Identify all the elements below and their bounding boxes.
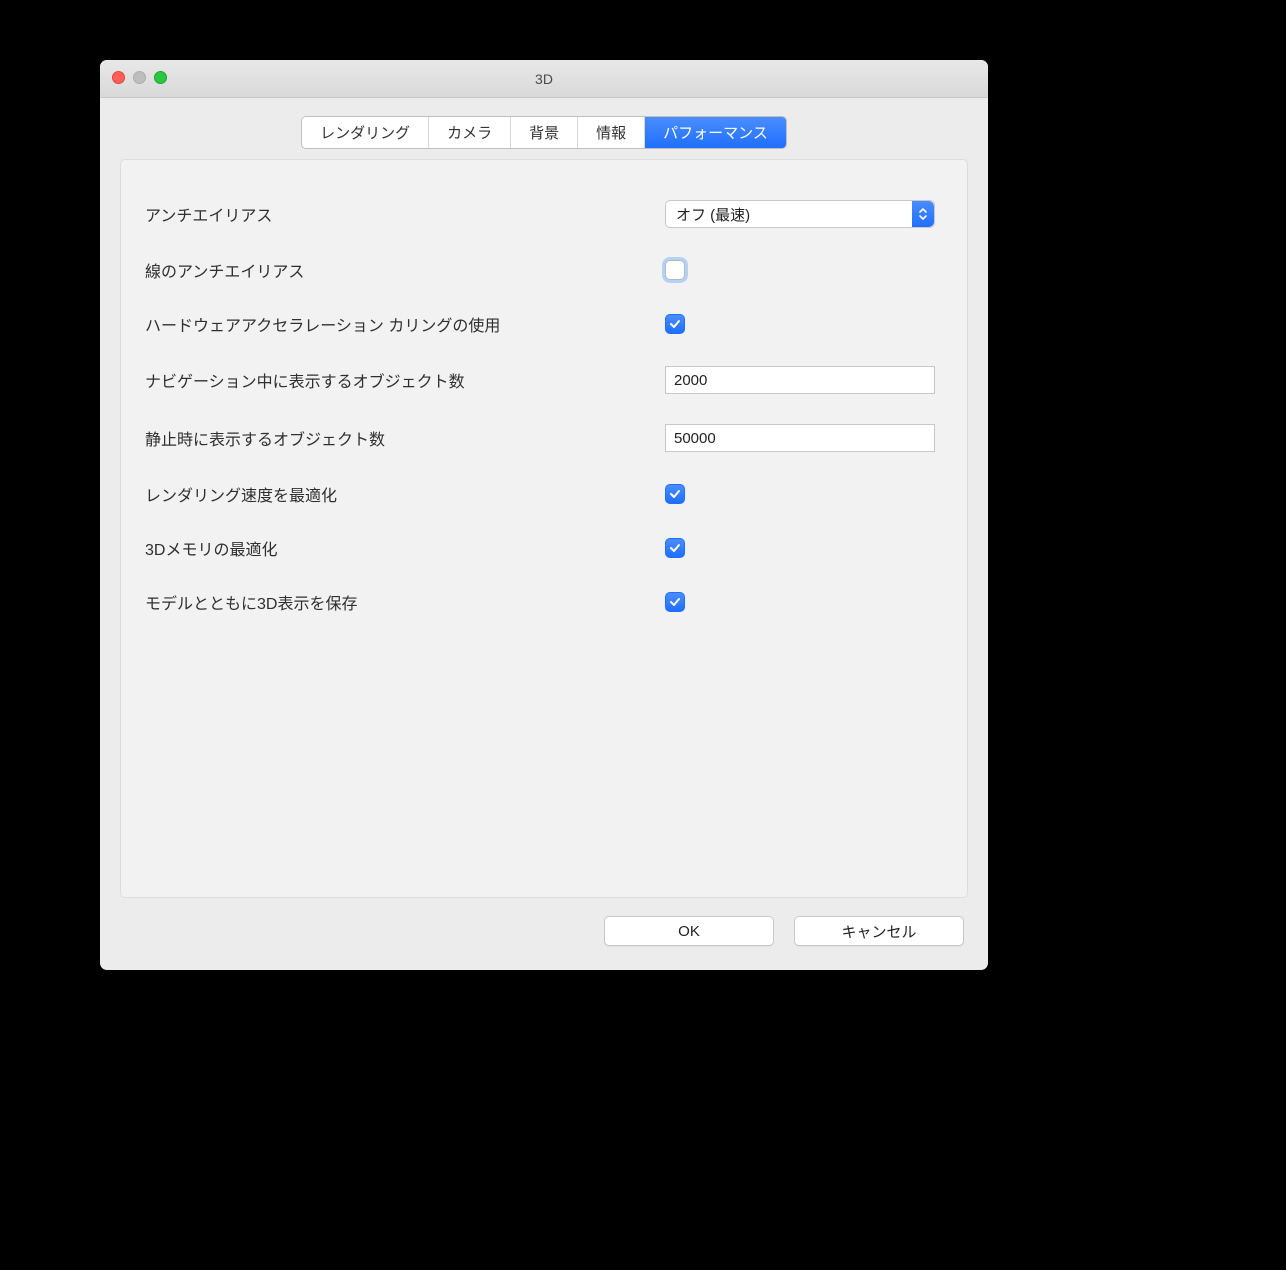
window-title: 3D	[535, 71, 553, 87]
close-icon[interactable]	[112, 71, 125, 84]
still-objects-input[interactable]: 50000	[665, 424, 935, 452]
tab-bar: レンダリング カメラ 背景 情報 パフォーマンス	[100, 116, 988, 149]
line-antialias-checkbox[interactable]	[665, 260, 685, 280]
titlebar: 3D	[100, 60, 988, 98]
antialias-select[interactable]: オフ (最速)	[665, 200, 935, 228]
still-objects-label: 静止時に表示するオブジェクト数	[145, 426, 665, 450]
save-display-checkbox[interactable]	[665, 592, 685, 612]
optimize-render-checkbox[interactable]	[665, 484, 685, 504]
cancel-button[interactable]: キャンセル	[794, 916, 964, 946]
tab-performance[interactable]: パフォーマンス	[645, 117, 786, 148]
hw-culling-checkbox[interactable]	[665, 314, 685, 334]
nav-objects-input[interactable]: 2000	[665, 366, 935, 394]
tab-rendering[interactable]: レンダリング	[302, 117, 429, 148]
hw-culling-label: ハードウェアアクセラレーション カリングの使用	[145, 312, 665, 336]
nav-objects-label: ナビゲーション中に表示するオブジェクト数	[145, 368, 665, 392]
tab-info[interactable]: 情報	[578, 117, 645, 148]
optimize-memory-label: 3Dメモリの最適化	[145, 536, 665, 560]
window-controls	[112, 71, 167, 84]
antialias-label: アンチエイリアス	[145, 202, 665, 226]
chevron-up-down-icon	[912, 201, 934, 227]
tab-background[interactable]: 背景	[511, 117, 578, 148]
dialog-footer: OK キャンセル	[100, 898, 988, 970]
optimize-render-label: レンダリング速度を最適化	[145, 482, 665, 506]
line-antialias-label: 線のアンチエイリアス	[145, 258, 665, 282]
save-display-label: モデルとともに3D表示を保存	[145, 590, 665, 614]
tab-camera[interactable]: カメラ	[429, 117, 511, 148]
minimize-icon	[133, 71, 146, 84]
zoom-icon[interactable]	[154, 71, 167, 84]
settings-panel: アンチエイリアス オフ (最速) 線のアンチエイリアス	[120, 159, 968, 898]
antialias-value: オフ (最速)	[676, 204, 750, 225]
ok-button[interactable]: OK	[604, 916, 774, 946]
dialog-window: 3D レンダリング カメラ 背景 情報 パフォーマンス アンチエイリアス オフ …	[100, 60, 988, 970]
optimize-memory-checkbox[interactable]	[665, 538, 685, 558]
